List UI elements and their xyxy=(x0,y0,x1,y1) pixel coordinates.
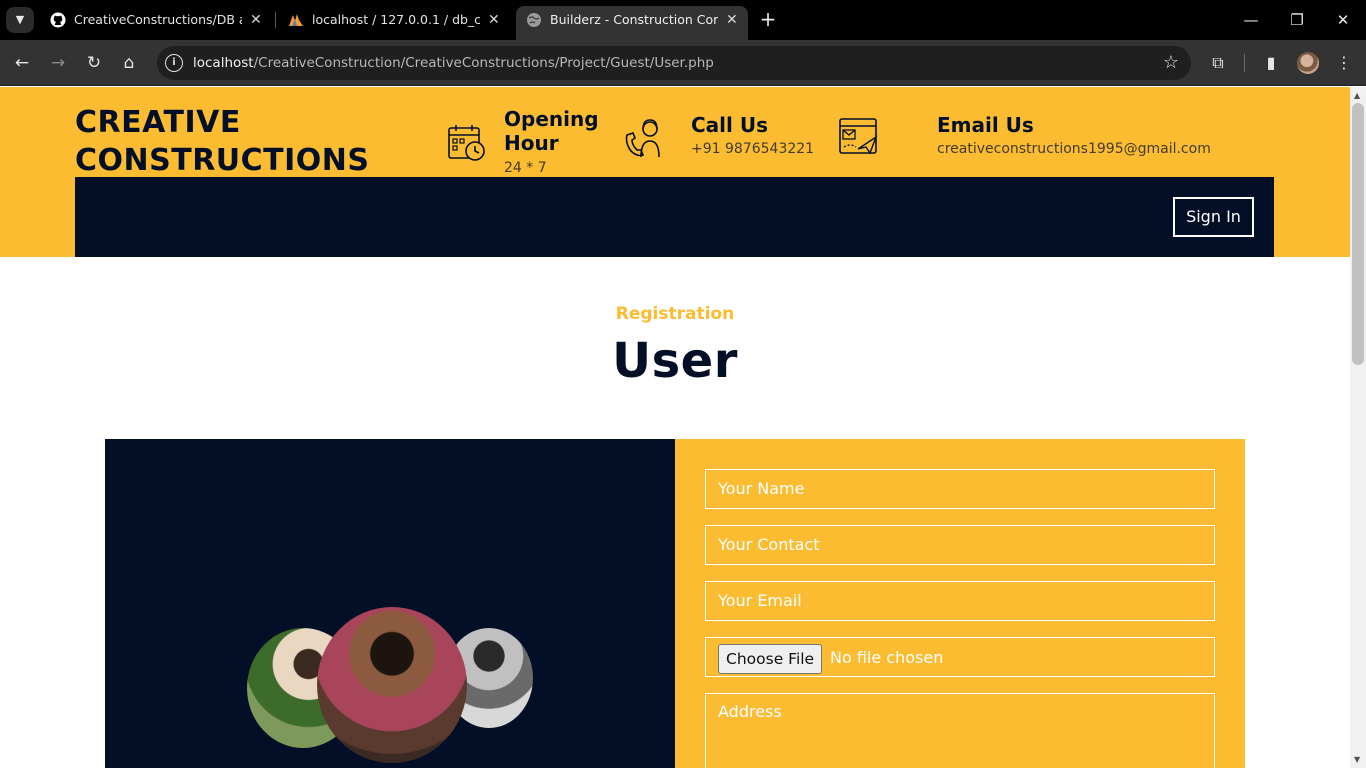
menu-kebab-icon[interactable]: ⋮ xyxy=(1332,51,1356,75)
github-icon xyxy=(50,12,66,28)
home-icon[interactable]: ⌂ xyxy=(117,51,141,75)
email-placeholder: Your Email xyxy=(718,591,802,610)
top-header: CREATIVE CONSTRUCTIONS Opening Hour 24 *… xyxy=(0,87,1350,257)
globe-icon xyxy=(527,13,541,27)
back-arrow-icon[interactable]: ← xyxy=(10,51,34,75)
scroll-down-arrow-icon[interactable]: ▼ xyxy=(1354,755,1360,764)
registration-form: Your Name Your Contact Your Email Choose… xyxy=(675,439,1245,768)
close-icon[interactable]: ✕ xyxy=(726,6,738,34)
phpmyadmin-icon xyxy=(289,14,303,26)
page-title: User xyxy=(612,333,738,389)
site-info-icon[interactable]: i xyxy=(165,54,183,72)
tab-title: Builderz - Construction Compan xyxy=(550,12,718,27)
page-scrollbar[interactable]: ▲ ▼ xyxy=(1350,87,1366,768)
url-text: localhost/CreativeConstruction/CreativeC… xyxy=(193,46,714,80)
minimize-icon[interactable]: — xyxy=(1236,8,1266,32)
window-close-icon[interactable]: ✕ xyxy=(1328,8,1358,32)
opening-hour-text: 24 * 7 xyxy=(504,160,547,176)
email-us-address[interactable]: creativeconstructions1995@gmail.com xyxy=(937,140,1211,158)
brand-line-2: CONSTRUCTIONS xyxy=(75,143,370,178)
registration-image-panel xyxy=(105,439,675,768)
photo-file-input[interactable]: Choose File No file chosen xyxy=(705,637,1215,677)
name-field[interactable]: Your Name xyxy=(705,469,1215,509)
brand-logo-text[interactable]: CREATIVE CONSTRUCTIONS xyxy=(75,104,405,180)
tab-builderz[interactable]: Builderz - Construction Compan ✕ xyxy=(516,6,748,40)
new-tab-button[interactable]: + xyxy=(758,8,778,32)
call-us-phone[interactable]: +91 9876543221 xyxy=(691,140,814,158)
tab-github[interactable]: CreativeConstructions/DB at ma ✕ xyxy=(40,6,272,40)
address-textarea[interactable]: Address xyxy=(705,693,1215,768)
scrollbar-thumb[interactable] xyxy=(1352,103,1364,365)
call-agent-icon xyxy=(625,119,660,158)
extensions-icon[interactable]: ⧉ xyxy=(1206,51,1230,75)
contact-placeholder: Your Contact xyxy=(718,535,820,554)
file-status-text: No file chosen xyxy=(830,648,944,667)
sign-in-button[interactable]: Sign In xyxy=(1173,197,1254,237)
tab-title: CreativeConstructions/DB at ma xyxy=(74,12,242,27)
choose-file-button[interactable]: Choose File xyxy=(718,644,823,674)
team-photo-center xyxy=(317,607,467,763)
email-send-icon xyxy=(839,118,878,155)
web-page: CREATIVE CONSTRUCTIONS Opening Hour 24 *… xyxy=(0,87,1350,768)
close-icon[interactable]: ✕ xyxy=(250,6,262,34)
close-icon[interactable]: ✕ xyxy=(488,6,500,34)
opening-hour-title: Opening Hour xyxy=(504,107,599,155)
tab-divider xyxy=(275,12,276,28)
calendar-clock-icon xyxy=(448,125,485,161)
email-field[interactable]: Your Email xyxy=(705,581,1215,621)
tab-search-button[interactable]: ▼ xyxy=(6,7,34,33)
address-bar[interactable]: i localhost/CreativeConstruction/Creativ… xyxy=(157,46,1191,80)
tab-title: localhost / 127.0.0.1 / db_cc | ph xyxy=(312,12,480,27)
email-us-title: Email Us xyxy=(937,113,1034,137)
restore-icon[interactable]: ❐ xyxy=(1282,8,1312,32)
reload-icon[interactable]: ↻ xyxy=(82,51,106,75)
section-subtitle: Registration xyxy=(615,304,735,324)
side-panel-icon[interactable]: ▮ xyxy=(1259,51,1283,75)
tab-phpmyadmin[interactable]: localhost / 127.0.0.1 / db_cc | ph ✕ xyxy=(278,6,508,40)
main-navbar: Sign In xyxy=(75,177,1274,257)
bookmark-star-icon[interactable]: ☆ xyxy=(1163,52,1179,74)
url-path: /CreativeConstruction/CreativeConstructi… xyxy=(253,55,714,71)
opening-title-line-1: Opening xyxy=(504,107,599,131)
contact-field[interactable]: Your Contact xyxy=(705,525,1215,565)
url-host: localhost xyxy=(193,55,254,71)
address-placeholder: Address xyxy=(718,702,782,721)
forward-arrow-icon[interactable]: → xyxy=(46,51,70,75)
name-placeholder: Your Name xyxy=(718,479,805,498)
call-us-title: Call Us xyxy=(691,113,768,137)
scroll-up-arrow-icon[interactable]: ▲ xyxy=(1354,91,1360,100)
browser-tab-bar: ▼ CreativeConstructions/DB at ma ✕ local… xyxy=(0,0,1366,40)
profile-avatar[interactable] xyxy=(1297,52,1319,74)
opening-title-line-2: Hour xyxy=(504,131,559,155)
toolbar-divider xyxy=(1244,54,1245,72)
brand-line-1: CREATIVE xyxy=(75,105,241,140)
browser-toolbar: ← → ↻ ⌂ i localhost/CreativeConstruction… xyxy=(0,40,1366,86)
